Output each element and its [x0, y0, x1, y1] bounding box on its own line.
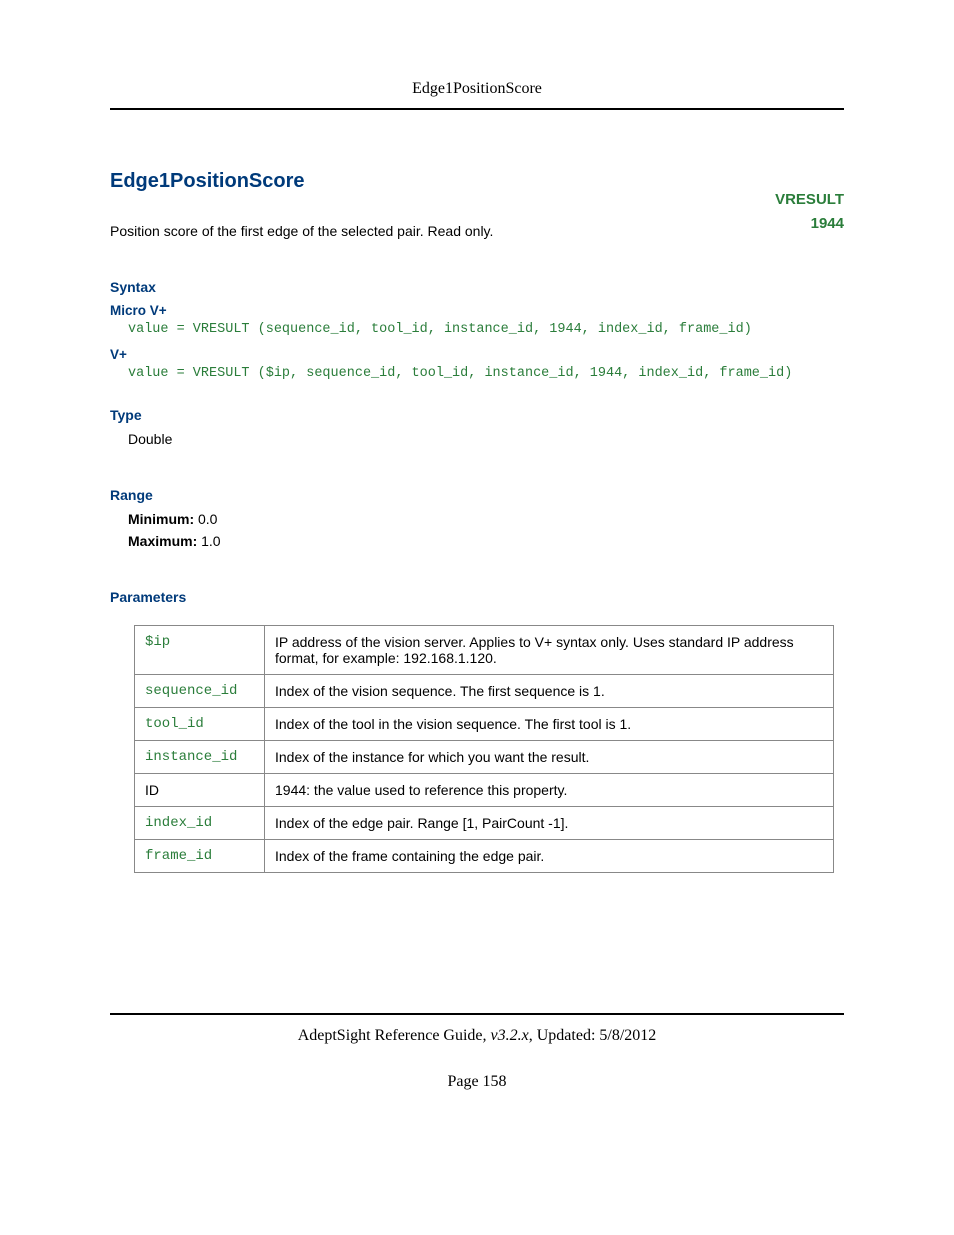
range-max-label: Maximum: [128, 533, 197, 549]
micro-vplus-label: Micro V+ [110, 303, 844, 318]
param-desc-cell: IP address of the vision server. Applies… [265, 626, 834, 675]
micro-vplus-code: value = VRESULT (sequence_id, tool_id, i… [110, 322, 844, 337]
description-text: Position score of the first edge of the … [110, 223, 844, 239]
result-badge: VRESULT 1944 [775, 188, 844, 236]
parameters-table: $ipIP address of the vision server. Appl… [134, 625, 834, 873]
param-desc-cell: Index of the frame containing the edge p… [265, 840, 834, 873]
page-title: Edge1PositionScore [110, 170, 844, 193]
range-minimum-row: Minimum: 0.0 [110, 511, 844, 527]
page-number: Page 158 [110, 1073, 844, 1091]
syntax-heading: Syntax [110, 279, 844, 295]
table-row: ID1944: the value used to reference this… [135, 774, 834, 807]
param-desc-cell: Index of the tool in the vision sequence… [265, 708, 834, 741]
param-name-cell: tool_id [135, 708, 265, 741]
type-value: Double [110, 431, 844, 447]
param-name-cell: sequence_id [135, 675, 265, 708]
document-header: Edge1PositionScore [110, 80, 844, 110]
param-name-cell: $ip [135, 626, 265, 675]
param-desc-cell: 1944: the value used to reference this p… [265, 774, 834, 807]
range-min-value: 0.0 [198, 511, 217, 527]
parameters-heading: Parameters [110, 589, 844, 605]
param-name-cell: ID [135, 774, 265, 807]
footer-updated: , Updated: 5/8/2012 [529, 1027, 657, 1044]
table-row: instance_idIndex of the instance for whi… [135, 741, 834, 774]
badge-type: VRESULT [775, 188, 844, 212]
badge-id: 1944 [775, 212, 844, 236]
vplus-code: value = VRESULT ($ip, sequence_id, tool_… [110, 366, 844, 381]
range-min-label: Minimum: [128, 511, 194, 527]
document-footer: AdeptSight Reference Guide, v3.2.x, Upda… [110, 1013, 844, 1045]
param-desc-cell: Index of the vision sequence. The first … [265, 675, 834, 708]
param-name-cell: instance_id [135, 741, 265, 774]
range-max-value: 1.0 [201, 533, 220, 549]
param-desc-cell: Index of the instance for which you want… [265, 741, 834, 774]
table-row: sequence_idIndex of the vision sequence.… [135, 675, 834, 708]
vplus-label: V+ [110, 347, 844, 362]
param-name-cell: frame_id [135, 840, 265, 873]
table-row: $ipIP address of the vision server. Appl… [135, 626, 834, 675]
type-heading: Type [110, 407, 844, 423]
range-maximum-row: Maximum: 1.0 [110, 533, 844, 549]
range-heading: Range [110, 487, 844, 503]
param-desc-cell: Index of the edge pair. Range [1, PairCo… [265, 807, 834, 840]
table-row: frame_idIndex of the frame containing th… [135, 840, 834, 873]
table-row: tool_idIndex of the tool in the vision s… [135, 708, 834, 741]
footer-version: , v3.2.x [483, 1027, 529, 1044]
param-name-cell: index_id [135, 807, 265, 840]
footer-guide: AdeptSight Reference Guide [298, 1027, 483, 1044]
table-row: index_idIndex of the edge pair. Range [1… [135, 807, 834, 840]
